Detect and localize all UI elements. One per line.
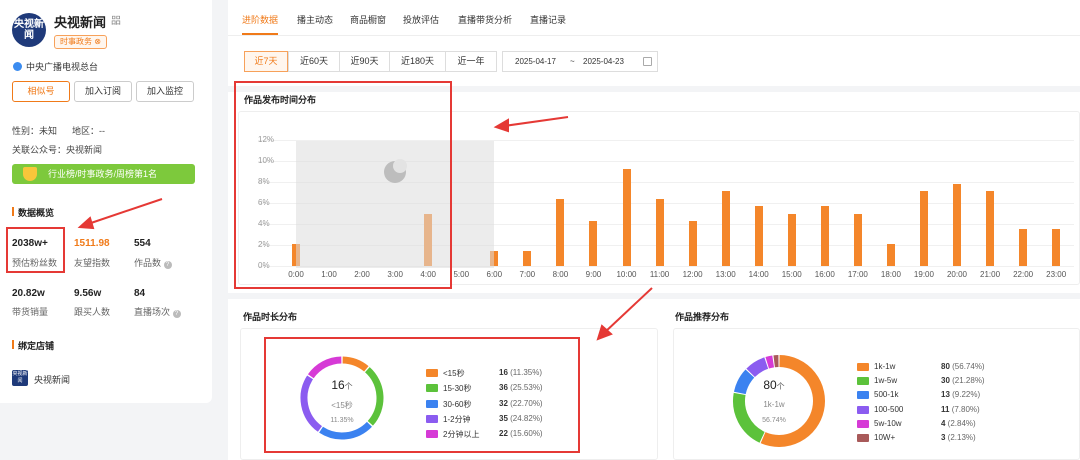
- annotation-arrows: [77, 116, 653, 341]
